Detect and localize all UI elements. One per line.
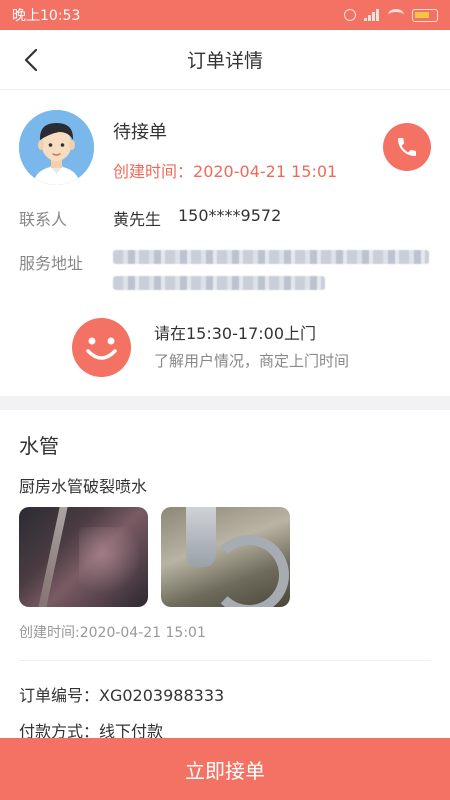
battery-icon [412,8,438,22]
nav-bar: 订单详情 [0,30,450,90]
problem-photo-1[interactable] [19,507,148,607]
service-category: 水管 [19,434,59,458]
phone-icon [398,138,416,156]
signal-icon [364,9,380,21]
user-avatar-icon [19,110,94,185]
address-value-blurred [113,250,431,302]
divider-line [19,660,431,661]
back-button[interactable] [20,48,44,72]
smile-icon [72,318,131,377]
section-divider [0,396,450,410]
avatar [19,110,94,185]
accept-order-button[interactable]: 立即接单 [0,738,450,800]
call-button[interactable] [383,123,431,171]
order-created-time: 创建时间：2020-04-21 15:01 [113,158,337,182]
service-created-time: 创建时间:2020-04-21 15:01 [19,625,206,641]
service-description: 厨房水管破裂喷水 [19,477,148,496]
address-label: 服务地址 [19,254,84,273]
status-bar: 晚上10:53 [0,0,450,30]
alarm-icon [344,9,356,21]
status-time: 晚上10:53 [12,8,81,24]
created-value: 2020-04-21 15:01 [193,162,338,181]
address-line [113,250,429,264]
contact-label: 联系人 [19,210,68,229]
address-line [113,276,325,290]
wifi-icon [388,9,404,21]
order-number: 订单编号：XG0203988333 [19,682,224,706]
order-number-label: 订单编号： [19,686,100,705]
visit-hint: 了解用户情况，商定上门时间 [154,352,350,370]
problem-photo-2[interactable] [161,507,290,607]
chevron-left-icon [24,48,38,72]
visit-time: 请在15:30-17:00上门 [154,324,316,343]
contact-phone[interactable]: 150****9572 [178,206,281,225]
status-icons [344,8,438,22]
order-status: 待接单 [113,122,167,143]
page-title: 订单详情 [186,50,263,72]
order-number-value: XG0203988333 [99,686,225,705]
contact-name: 黄先生 [113,210,162,229]
created-label: 创建时间： [113,162,194,181]
